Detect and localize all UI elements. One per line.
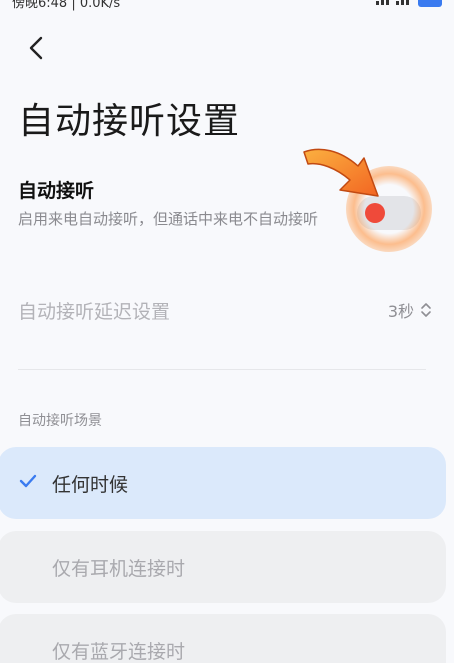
delay-label: 自动接听延迟设置: [18, 300, 171, 323]
option-headset-connected[interactable]: 仅有耳机连接时: [0, 531, 446, 603]
checkmark-icon: [19, 474, 37, 488]
battery-icon: [418, 0, 442, 7]
divider: [18, 369, 426, 370]
option-anytime[interactable]: 任何时候: [0, 447, 446, 519]
status-icons: [374, 0, 442, 9]
signal-icon: [374, 0, 414, 9]
option-label: 任何时候: [52, 473, 129, 496]
delay-value-text: 3秒: [387, 302, 414, 321]
delay-value: 3秒: [388, 298, 432, 322]
auto-answer-toggle[interactable]: [357, 196, 421, 230]
scenario-section-label: 自动接听场景: [18, 413, 102, 429]
option-bluetooth-connected[interactable]: 仅有蓝牙连接时: [0, 614, 446, 663]
up-down-chevron-icon: [421, 303, 431, 317]
screen: 傍晚6:48 | 0.0K/s 自动接听设置 自动接听 启用来电自动接听，但通话…: [0, 0, 454, 663]
back-arrow-icon: [29, 36, 43, 60]
page-title: 自动接听设置: [18, 101, 241, 142]
toggle-knob: [365, 203, 385, 223]
back-button[interactable]: [22, 34, 50, 62]
option-label: 仅有蓝牙连接时: [52, 640, 186, 663]
auto-answer-description: 启用来电自动接听，但通话中来电不自动接听: [18, 210, 319, 228]
status-time: 傍晚6:48 | 0.0K/s: [12, 0, 121, 11]
delay-setting-row[interactable]: 自动接听延迟设置 3秒: [18, 290, 432, 330]
option-label: 仅有耳机连接时: [52, 557, 186, 580]
auto-answer-title: 自动接听: [18, 180, 95, 202]
status-bar: 傍晚6:48 | 0.0K/s: [0, 0, 454, 11]
